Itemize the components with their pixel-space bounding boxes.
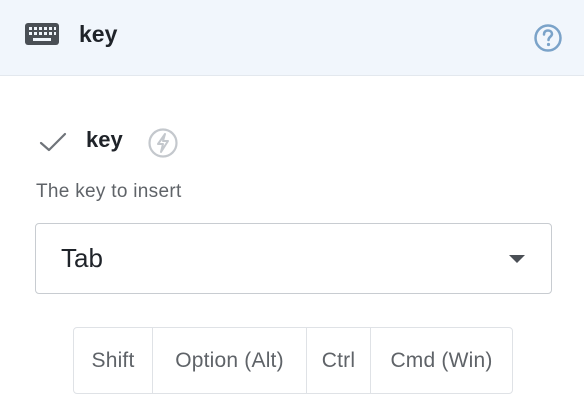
keyboard-icon [25, 23, 59, 45]
modifier-ctrl-button[interactable]: Ctrl [307, 328, 371, 393]
parameter-name: key [86, 127, 123, 152]
header-bar: key [0, 0, 584, 76]
help-circle-icon[interactable] [533, 23, 563, 53]
modifier-cmd-button[interactable]: Cmd (Win) [371, 328, 512, 393]
parameter-description: The key to insert [36, 181, 182, 202]
modifier-shift-button[interactable]: Shift [74, 328, 153, 393]
header-title: key [79, 21, 118, 47]
key-select[interactable]: Tab [35, 223, 552, 294]
key-select-value: Tab [61, 243, 103, 273]
modifier-option-button[interactable]: Option (Alt) [153, 328, 307, 393]
check-icon [39, 132, 67, 152]
lightning-bolt-icon[interactable] [147, 127, 179, 159]
caret-down-icon [509, 255, 525, 263]
modifier-toggle-group: Shift Option (Alt) Ctrl Cmd (Win) [73, 327, 513, 394]
